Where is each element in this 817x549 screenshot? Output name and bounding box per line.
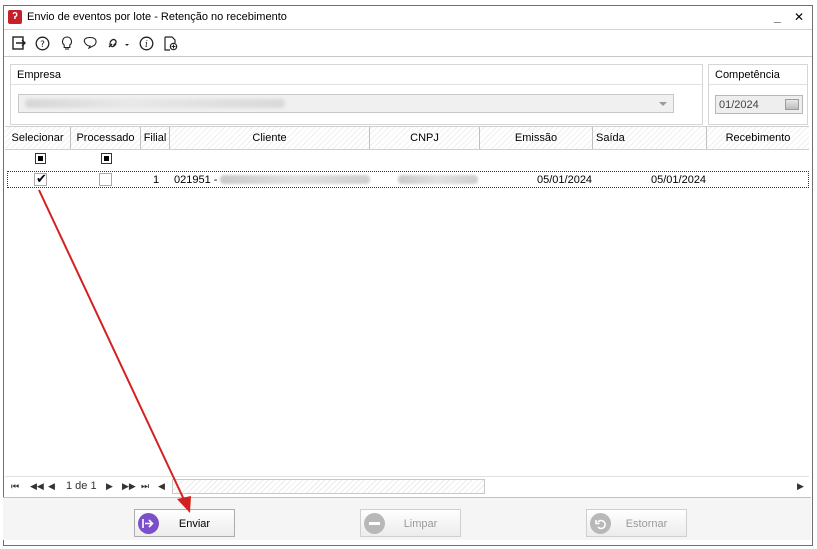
last-page-icon[interactable]: ⏭ — [141, 481, 149, 492]
limpar-label: Limpar — [403, 518, 438, 530]
estornar-button[interactable]: Estornar — [586, 509, 687, 537]
info-icon[interactable]: i — [138, 35, 154, 51]
competencia-group: Competência 01/2024 — [708, 64, 808, 125]
link-icon[interactable] — [106, 35, 132, 51]
lightbulb-icon[interactable] — [59, 35, 75, 51]
estornar-label: Estornar — [625, 518, 668, 530]
calendar-icon[interactable] — [785, 99, 799, 110]
cell-cliente-redacted — [220, 175, 370, 184]
row-processado-checkbox — [99, 173, 112, 186]
minimize-button[interactable]: _ — [774, 10, 781, 24]
competencia-value: 01/2024 — [719, 99, 759, 111]
col-header-saida[interactable]: Saída — [593, 127, 707, 149]
col-header-processado[interactable]: Processado — [71, 127, 141, 149]
page-indicator: 1 de 1 — [66, 480, 97, 492]
col-header-cliente[interactable]: Cliente — [170, 127, 370, 149]
prev-block-icon[interactable]: ◀◀ — [30, 481, 44, 492]
empresa-group: Empresa — [10, 64, 703, 125]
col-header-cnpj[interactable]: CNPJ — [370, 127, 480, 149]
table-row[interactable]: 1 021951 - 05/01/2024 05/01/2024 — [7, 171, 809, 188]
prev-page-icon[interactable]: ◀ — [48, 481, 55, 492]
col-header-filial[interactable]: Filial — [141, 127, 170, 149]
exit-icon[interactable] — [11, 35, 27, 51]
competencia-field[interactable]: 01/2024 — [715, 95, 803, 114]
svg-text:?: ? — [40, 40, 45, 50]
empresa-label: Empresa — [11, 65, 702, 85]
col-header-recebimento[interactable]: Recebimento — [707, 127, 809, 149]
enviar-label: Enviar — [178, 518, 211, 530]
scroll-left-icon[interactable]: ◀ — [158, 481, 165, 492]
app-logo-icon: ʔ — [8, 10, 22, 24]
filter-row — [5, 150, 809, 167]
select-all-checkbox[interactable] — [35, 153, 46, 164]
close-button[interactable]: ✕ — [794, 10, 804, 24]
grid-pager: ⏮ ◀◀ ◀ 1 de 1 ▶ ▶▶ ⏭ ◀ ▶ — [5, 476, 809, 496]
window-title: Envio de eventos por lote - Retenção no … — [27, 11, 287, 23]
button-bar: Enviar Limpar Estornar — [3, 497, 811, 540]
title-bar: ʔ Envio de eventos por lote - Retenção n… — [4, 6, 812, 30]
empresa-combobox[interactable] — [18, 94, 674, 113]
help-icon[interactable]: ? — [34, 35, 50, 51]
next-block-icon[interactable]: ▶▶ — [122, 481, 136, 492]
cell-emissao: 05/01/2024 — [537, 174, 593, 186]
scroll-right-icon[interactable]: ▶ — [797, 481, 804, 492]
cell-filial: 1 — [153, 174, 160, 186]
limpar-button[interactable]: Limpar — [360, 509, 461, 537]
grid-header: Selecionar Processado Filial Cliente CNP… — [5, 127, 809, 150]
export-icon[interactable] — [162, 35, 178, 51]
cell-saida: 05/01/2024 — [651, 174, 707, 186]
first-page-icon[interactable]: ⏮ — [11, 481, 19, 492]
cell-cnpj-redacted — [398, 175, 478, 184]
svg-text:i: i — [145, 40, 148, 50]
chevron-down-icon[interactable] — [659, 102, 667, 106]
competencia-label: Competência — [709, 65, 807, 85]
empresa-value-redacted — [25, 99, 285, 108]
horizontal-scrollbar[interactable] — [172, 479, 485, 494]
col-header-selecionar[interactable]: Selecionar — [5, 127, 71, 149]
col-header-emissao[interactable]: Emissão — [480, 127, 593, 149]
toolbar: ? i — [4, 31, 812, 57]
next-page-icon[interactable]: ▶ — [106, 481, 113, 492]
events-grid: Selecionar Processado Filial Cliente CNP… — [5, 126, 809, 498]
cell-cliente-code: 021951 - — [174, 174, 218, 186]
row-select-checkbox[interactable] — [34, 171, 47, 187]
enviar-button[interactable]: Enviar — [134, 509, 235, 537]
bubble-icon[interactable] — [82, 35, 98, 51]
processado-filter-checkbox[interactable] — [101, 153, 112, 164]
